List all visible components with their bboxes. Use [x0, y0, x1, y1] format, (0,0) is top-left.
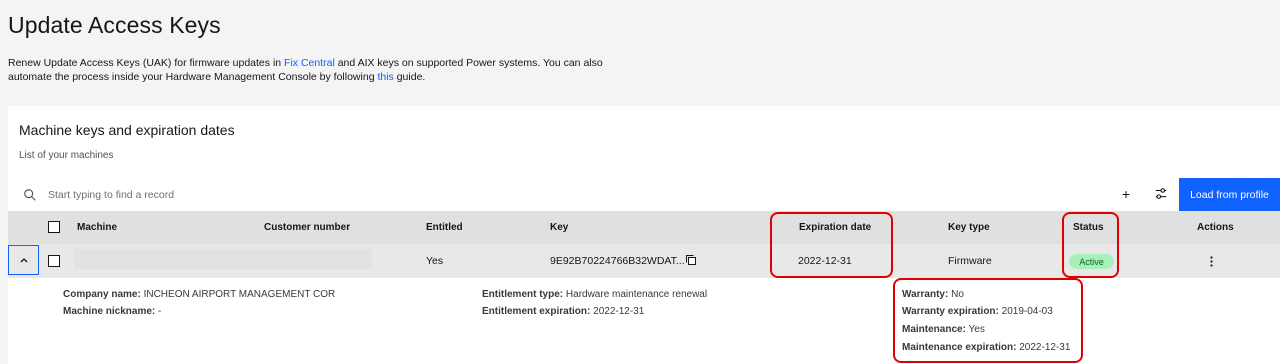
detail-warranty: Warranty: No [902, 289, 964, 300]
header-status[interactable]: Status [1073, 222, 1104, 233]
search-icon [24, 189, 36, 201]
select-all-checkbox[interactable] [48, 221, 60, 233]
fix-central-link[interactable]: Fix Central [284, 57, 335, 69]
card-title: Machine keys and expiration dates [19, 122, 235, 138]
table-toolbar: + Load from profile [8, 178, 1280, 211]
guide-link[interactable]: this [377, 71, 393, 83]
header-key[interactable]: Key [550, 222, 568, 233]
add-icon: + [1121, 186, 1131, 202]
intro-text-3: guide. [393, 71, 426, 83]
status-badge: Active [1069, 254, 1114, 269]
cell-expiration-date: 2022-12-31 [798, 255, 852, 267]
copy-icon[interactable] [685, 254, 697, 266]
chevron-up-icon [20, 258, 27, 263]
header-actions: Actions [1197, 222, 1234, 233]
header-key-type[interactable]: Key type [948, 222, 990, 233]
table-row[interactable]: Yes 9E92B70224766B32WDAT... 2022-12-31 F… [8, 244, 1280, 278]
header-expiration-date[interactable]: Expiration date [799, 222, 871, 233]
cell-key-type: Firmware [948, 255, 992, 267]
settings-adjust-icon [1155, 188, 1167, 199]
detail-company-name: Company name: INCHEON AIRPORT MANAGEMENT… [63, 289, 336, 300]
settings-button[interactable] [1150, 183, 1172, 205]
card-subtitle: List of your machines [19, 150, 114, 161]
row-details-panel: Company name: INCHEON AIRPORT MANAGEMENT… [8, 278, 1280, 364]
row-checkbox[interactable] [48, 255, 60, 267]
detail-warranty-expiration: Warranty expiration: 2019-04-03 [902, 306, 1053, 317]
search-input[interactable] [46, 184, 450, 206]
cell-key: 9E92B70224766B32WDAT... [550, 255, 685, 267]
load-from-profile-button[interactable]: Load from profile [1179, 178, 1280, 211]
intro-text-1: Renew Update Access Keys (UAK) for firmw… [8, 57, 285, 69]
cell-entitled: Yes [426, 255, 444, 267]
detail-maintenance: Maintenance: Yes [902, 324, 985, 335]
header-customer-number[interactable]: Customer number [264, 222, 350, 233]
row-actions-button[interactable] [1204, 253, 1218, 269]
machine-keys-card: Machine keys and expiration dates List o… [8, 106, 1280, 364]
header-entitled[interactable]: Entitled [426, 222, 463, 233]
detail-entitlement-type: Entitlement type: Hardware maintenance r… [482, 289, 708, 300]
header-machine[interactable]: Machine [77, 222, 117, 233]
overflow-menu-icon [1209, 255, 1213, 267]
detail-maintenance-expiration: Maintenance expiration: 2022-12-31 [902, 342, 1071, 353]
detail-entitlement-expiration: Entitlement expiration: 2022-12-31 [482, 306, 645, 317]
redacted-machine-cell [74, 249, 372, 269]
collapse-row-button[interactable] [8, 245, 39, 275]
page-intro: Renew Update Access Keys (UAK) for firmw… [8, 56, 648, 84]
page-title: Update Access Keys [8, 12, 221, 38]
detail-machine-nickname: Machine nickname: - [63, 306, 162, 317]
add-button[interactable]: + [1115, 183, 1137, 205]
table-header: Machine Customer number Entitled Key Exp… [8, 211, 1280, 244]
